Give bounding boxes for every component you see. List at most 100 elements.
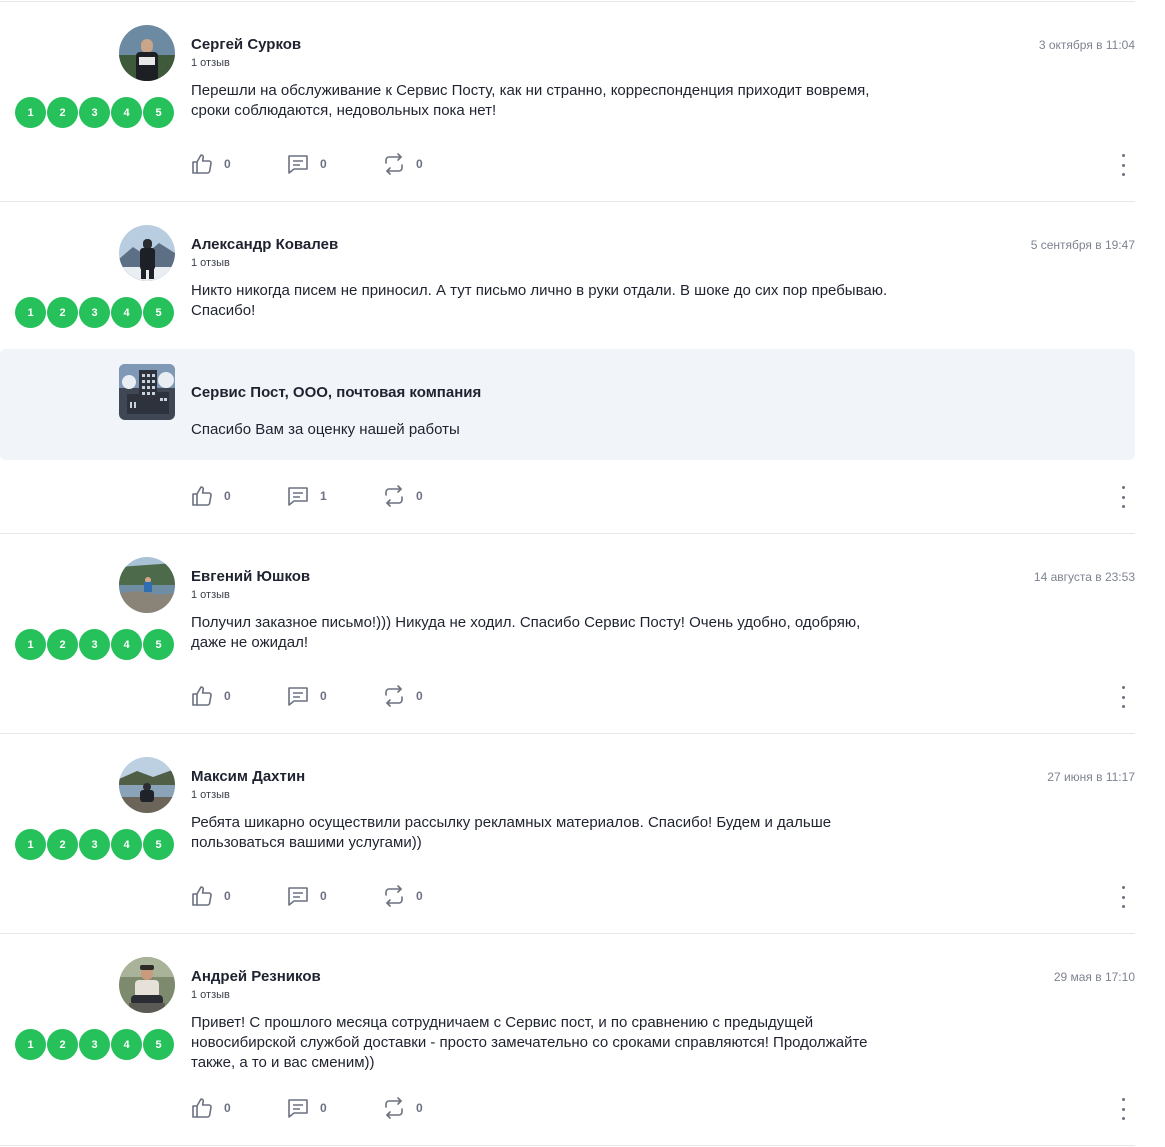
rating-button-4[interactable]: 4 bbox=[111, 97, 142, 128]
avatar[interactable] bbox=[119, 25, 175, 81]
rating-button-1[interactable]: 1 bbox=[15, 97, 46, 128]
author-reviews-count[interactable]: 1 отзыв bbox=[191, 789, 230, 801]
repost-count: 0 bbox=[416, 157, 423, 171]
like-count: 0 bbox=[224, 689, 231, 703]
repost-button[interactable]: 0 bbox=[382, 884, 478, 908]
author-name[interactable]: Максим Дахтин bbox=[191, 768, 305, 785]
comment-button[interactable]: 0 bbox=[286, 152, 382, 176]
thumbs-up-icon bbox=[190, 1096, 214, 1120]
repost-icon bbox=[382, 884, 406, 908]
author-name[interactable]: Александр Ковалев bbox=[191, 236, 338, 253]
rating-button-2[interactable]: 2 bbox=[47, 297, 78, 328]
comment-count: 0 bbox=[320, 1101, 327, 1115]
like-button[interactable]: 0 bbox=[190, 484, 286, 508]
repost-button[interactable]: 0 bbox=[382, 684, 478, 708]
comment-button[interactable]: 0 bbox=[286, 684, 382, 708]
avatar[interactable] bbox=[119, 957, 175, 1013]
rating-button-4[interactable]: 4 bbox=[111, 297, 142, 328]
like-button[interactable]: 0 bbox=[190, 1096, 286, 1120]
rating-button-2[interactable]: 2 bbox=[47, 97, 78, 128]
rating-button-3[interactable]: 3 bbox=[79, 829, 110, 860]
rating-button-3[interactable]: 3 bbox=[79, 629, 110, 660]
rating-button-5[interactable]: 5 bbox=[143, 629, 174, 660]
rating-button-3[interactable]: 3 bbox=[79, 1029, 110, 1060]
comment-icon bbox=[286, 484, 310, 508]
author-reviews-count[interactable]: 1 отзыв bbox=[191, 989, 230, 1001]
review-text-line: даже не ожидал! bbox=[191, 634, 309, 651]
more-vertical-icon[interactable] bbox=[1117, 154, 1129, 176]
comment-button[interactable]: 0 bbox=[286, 884, 382, 908]
thumbs-up-icon bbox=[190, 484, 214, 508]
review-text: Никто никогда писем не приносил. А тут п… bbox=[191, 281, 951, 321]
author-reviews-count[interactable]: 1 отзыв bbox=[191, 57, 230, 69]
company-logo[interactable] bbox=[119, 364, 175, 420]
rating-button-1[interactable]: 1 bbox=[15, 829, 46, 860]
rating: 1 2 3 4 5 bbox=[15, 829, 175, 860]
review-text-line: Получил заказное письмо!))) Никуда не хо… bbox=[191, 614, 861, 631]
more-vertical-icon[interactable] bbox=[1117, 886, 1129, 908]
comment-button[interactable]: 1 bbox=[286, 484, 382, 508]
author-name[interactable]: Сергей Сурков bbox=[191, 36, 301, 53]
repost-count: 0 bbox=[416, 1101, 423, 1115]
comment-icon bbox=[286, 684, 310, 708]
rating-button-1[interactable]: 1 bbox=[15, 297, 46, 328]
rating-button-5[interactable]: 5 bbox=[143, 829, 174, 860]
rating-button-2[interactable]: 2 bbox=[47, 829, 78, 860]
rating-button-3[interactable]: 3 bbox=[79, 97, 110, 128]
review-text: Перешли на обслуживание к Сервис Посту, … bbox=[191, 81, 951, 121]
review-card: Евгений Юшков 1 отзыв 14 августа в 23:53… bbox=[0, 532, 1165, 732]
review-actions: 0 1 0 bbox=[190, 484, 478, 508]
review-card: Максим Дахтин 1 отзыв 27 июня в 11:17 1 … bbox=[0, 732, 1165, 932]
more-vertical-icon[interactable] bbox=[1117, 686, 1129, 708]
company-reply-text: Спасибо Вам за оценку нашей работы bbox=[191, 421, 460, 438]
divider bbox=[0, 1145, 1135, 1146]
rating-button-5[interactable]: 5 bbox=[143, 1029, 174, 1060]
comment-icon bbox=[286, 884, 310, 908]
avatar[interactable] bbox=[119, 225, 175, 281]
repost-button[interactable]: 0 bbox=[382, 152, 478, 176]
rating-button-1[interactable]: 1 bbox=[15, 629, 46, 660]
author-reviews-count[interactable]: 1 отзыв bbox=[191, 589, 230, 601]
rating-button-2[interactable]: 2 bbox=[47, 629, 78, 660]
avatar[interactable] bbox=[119, 557, 175, 613]
thumbs-up-icon bbox=[190, 884, 214, 908]
review-date: 14 августа в 23:53 bbox=[1033, 570, 1135, 584]
comment-button[interactable]: 0 bbox=[286, 1096, 382, 1120]
review-card: Андрей Резников 1 отзыв 29 мая в 17:10 1… bbox=[0, 932, 1165, 1144]
rating-button-4[interactable]: 4 bbox=[111, 629, 142, 660]
review-actions: 0 0 0 bbox=[190, 152, 478, 176]
author-reviews-count[interactable]: 1 отзыв bbox=[191, 257, 230, 269]
company-name[interactable]: Сервис Пост, ООО, почтовая компания bbox=[191, 384, 481, 401]
comment-count: 0 bbox=[320, 889, 327, 903]
rating-button-4[interactable]: 4 bbox=[111, 1029, 142, 1060]
rating-button-2[interactable]: 2 bbox=[47, 1029, 78, 1060]
like-count: 0 bbox=[224, 157, 231, 171]
review-text-line: Никто никогда писем не приносил. А тут п… bbox=[191, 282, 888, 299]
like-button[interactable]: 0 bbox=[190, 152, 286, 176]
rating-button-5[interactable]: 5 bbox=[143, 297, 174, 328]
review-card: Александр Ковалев 1 отзыв 5 сентября в 1… bbox=[0, 200, 1165, 533]
like-button[interactable]: 0 bbox=[190, 684, 286, 708]
repost-icon bbox=[382, 152, 406, 176]
like-count: 0 bbox=[224, 1101, 231, 1115]
author-name[interactable]: Евгений Юшков bbox=[191, 568, 310, 585]
rating-button-1[interactable]: 1 bbox=[15, 1029, 46, 1060]
more-vertical-icon[interactable] bbox=[1117, 1098, 1129, 1120]
author-name[interactable]: Андрей Резников bbox=[191, 968, 321, 985]
rating-button-5[interactable]: 5 bbox=[143, 97, 174, 128]
repost-button[interactable]: 0 bbox=[382, 1096, 478, 1120]
rating-button-3[interactable]: 3 bbox=[79, 297, 110, 328]
rating: 1 2 3 4 5 bbox=[15, 297, 175, 328]
repost-count: 0 bbox=[416, 489, 423, 503]
more-vertical-icon[interactable] bbox=[1117, 486, 1129, 508]
repost-button[interactable]: 0 bbox=[382, 484, 478, 508]
rating: 1 2 3 4 5 bbox=[15, 97, 175, 128]
avatar[interactable] bbox=[119, 757, 175, 813]
like-button[interactable]: 0 bbox=[190, 884, 286, 908]
rating-button-4[interactable]: 4 bbox=[111, 829, 142, 860]
thumbs-up-icon bbox=[190, 152, 214, 176]
review-actions: 0 0 0 bbox=[190, 1096, 478, 1120]
repost-count: 0 bbox=[416, 689, 423, 703]
rating: 1 2 3 4 5 bbox=[15, 1029, 175, 1060]
review-date: 5 сентября в 19:47 bbox=[1030, 238, 1135, 252]
